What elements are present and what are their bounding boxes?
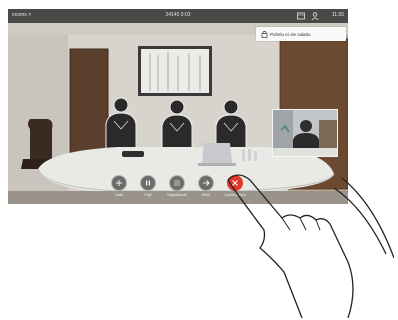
encryption-notice: Puhelu ei ole salattu	[256, 27, 346, 41]
hold-control[interactable]: Pidä	[134, 175, 162, 197]
self-view-video	[273, 110, 337, 156]
self-view[interactable]	[272, 109, 338, 157]
hold-button[interactable]	[140, 175, 156, 191]
arrow-right-icon	[203, 180, 210, 186]
keypad-control[interactable]: Näppäimistö	[163, 175, 191, 197]
clock: 11:35	[331, 12, 344, 18]
transfer-control[interactable]: Siirrä	[192, 175, 220, 197]
add-label: Lisää	[114, 193, 124, 197]
keypad-label: Näppäimistö	[167, 193, 187, 197]
transfer-button[interactable]	[198, 175, 214, 191]
transfer-label: Siirrä	[201, 193, 211, 197]
hold-label: Pidä	[144, 193, 152, 197]
layout-icon[interactable]	[296, 11, 306, 21]
pause-icon	[146, 180, 150, 186]
lock-icon	[261, 30, 268, 38]
encryption-notice-text: Puhelu ei ole salattu	[270, 31, 311, 37]
add-button[interactable]	[111, 175, 127, 191]
pointing-hand-illustration	[227, 174, 394, 318]
call-status-bar: ecoms > 24145 0:03 11:35	[8, 9, 348, 23]
keypad-button[interactable]	[169, 175, 185, 191]
add-call-control[interactable]: Lisää	[105, 175, 133, 197]
participants-icon[interactable]	[310, 11, 320, 21]
plus-icon	[116, 180, 122, 186]
keypad-icon	[174, 180, 180, 186]
